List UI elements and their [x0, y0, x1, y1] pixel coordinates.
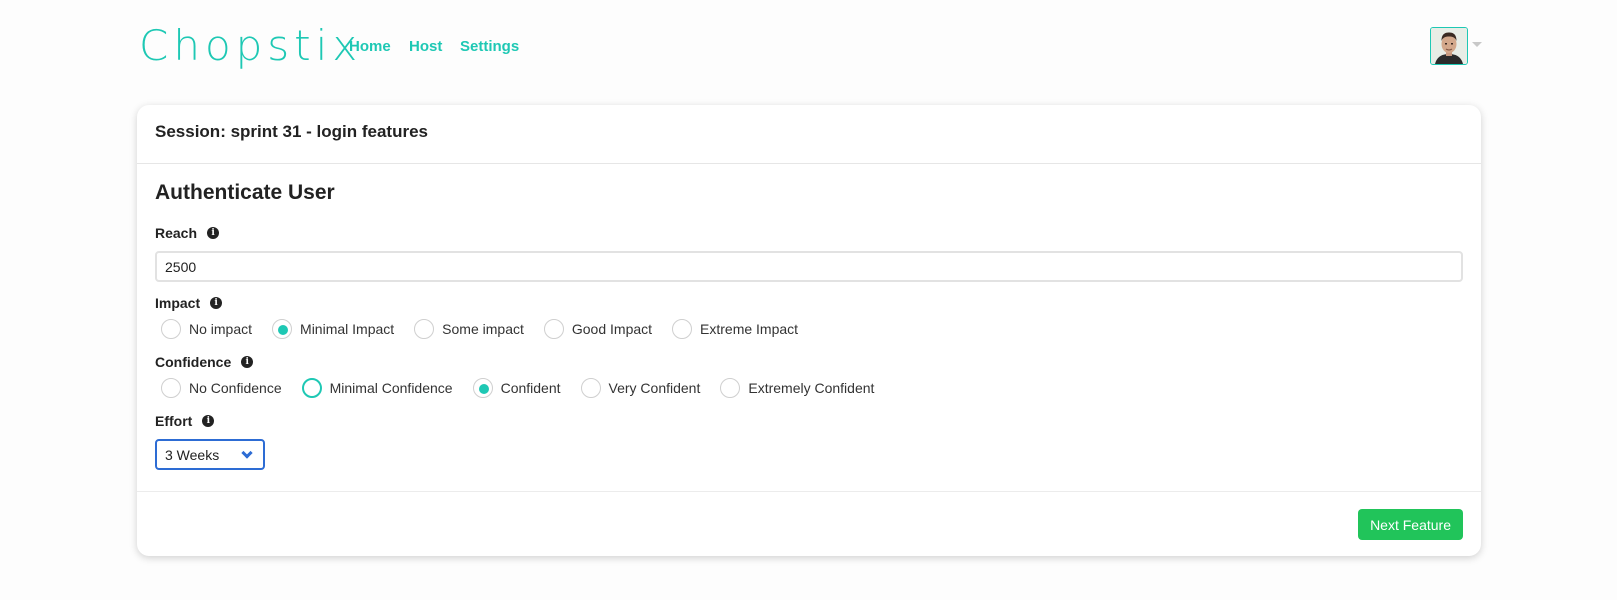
radio-label: Some impact	[442, 321, 524, 337]
session-card: Session: sprint 31 - login features Auth…	[137, 105, 1481, 556]
confidence-option-very-confident[interactable]: Very Confident	[580, 378, 701, 398]
impact-option-some-impact[interactable]: Some impact	[414, 319, 524, 339]
radio-button[interactable]	[161, 378, 181, 398]
avatar-dropdown-caret-icon[interactable]	[1472, 42, 1482, 47]
card-body: Authenticate User Reach i Impact i No im…	[137, 164, 1481, 492]
reach-label-text: Reach	[155, 225, 198, 241]
next-feature-button[interactable]: Next Feature	[1358, 509, 1463, 540]
impact-option-no-impact[interactable]: No impact	[161, 319, 252, 339]
radio-button[interactable]	[672, 319, 693, 339]
confidence-label: Confidence i	[155, 353, 1463, 371]
radio-label: No impact	[189, 321, 253, 337]
app-logo[interactable]: Chopstix	[139, 22, 362, 70]
feature-title: Authenticate User	[155, 181, 335, 204]
avatar-image	[1431, 28, 1467, 64]
chevron-down-icon	[241, 446, 253, 459]
confidence-option-minimal-confidence[interactable]: Minimal Confidence	[301, 378, 453, 398]
reach-label: Reach i	[155, 224, 1463, 242]
card-header: Session: sprint 31 - login features	[137, 105, 1481, 164]
impact-label-text: Impact	[155, 295, 201, 311]
impact-info-icon[interactable]: i	[210, 297, 223, 309]
radio-label: Extreme Impact	[700, 321, 799, 337]
radio-label: Extremely Confident	[748, 380, 875, 396]
effort-select[interactable]: 3 Weeks	[155, 439, 265, 470]
nav-host-link[interactable]: Host	[409, 38, 442, 56]
nav-settings-link[interactable]: Settings	[460, 38, 519, 56]
radio-label: Good Impact	[571, 321, 653, 337]
impact-option-minimal-impact[interactable]: Minimal Impact	[272, 319, 394, 339]
reach-input[interactable]	[155, 251, 1463, 282]
impact-radio-group: No impact Minimal Impact Some impact Goo…	[155, 318, 1463, 340]
effort-select-value: 3 Weeks	[165, 446, 220, 463]
confidence-radio-group: No Confidence Minimal Confidence Confide…	[155, 377, 1463, 399]
radio-button-focused[interactable]	[301, 378, 322, 398]
impact-label: Impact i	[155, 294, 1463, 312]
confidence-option-confident[interactable]: Confident	[472, 378, 561, 398]
radio-label: No Confidence	[189, 380, 282, 396]
radio-button-checked[interactable]	[472, 378, 493, 398]
radio-button[interactable]	[414, 319, 435, 339]
radio-label: Minimal Impact	[300, 321, 395, 337]
confidence-option-no-confidence[interactable]: No Confidence	[161, 378, 282, 398]
reach-info-icon[interactable]: i	[207, 227, 220, 239]
radio-label: Very Confident	[608, 380, 701, 396]
radio-label: Confident	[500, 380, 561, 396]
radio-button[interactable]	[543, 319, 564, 339]
session-title: Session: sprint 31 - login features	[155, 122, 429, 141]
effort-label-text: Effort	[155, 413, 193, 429]
user-avatar[interactable]	[1430, 27, 1468, 65]
confidence-info-icon[interactable]: i	[241, 356, 254, 368]
impact-option-good-impact[interactable]: Good Impact	[543, 319, 653, 339]
nav-home-link[interactable]: Home	[349, 38, 391, 56]
effort-info-icon[interactable]: i	[202, 415, 215, 427]
radio-button-checked[interactable]	[272, 319, 293, 339]
confidence-label-text: Confidence	[155, 354, 232, 370]
card-footer: Next Feature	[137, 492, 1481, 556]
radio-button[interactable]	[720, 378, 741, 398]
navbar: Chopstix Home Host Settings	[0, 0, 1617, 95]
radio-button[interactable]	[161, 319, 181, 339]
impact-option-extreme-impact[interactable]: Extreme Impact	[672, 319, 798, 339]
radio-label: Minimal Confidence	[329, 380, 453, 396]
radio-button[interactable]	[580, 378, 601, 398]
confidence-option-extremely-confident[interactable]: Extremely Confident	[720, 378, 874, 398]
effort-label: Effort i	[155, 412, 1463, 430]
